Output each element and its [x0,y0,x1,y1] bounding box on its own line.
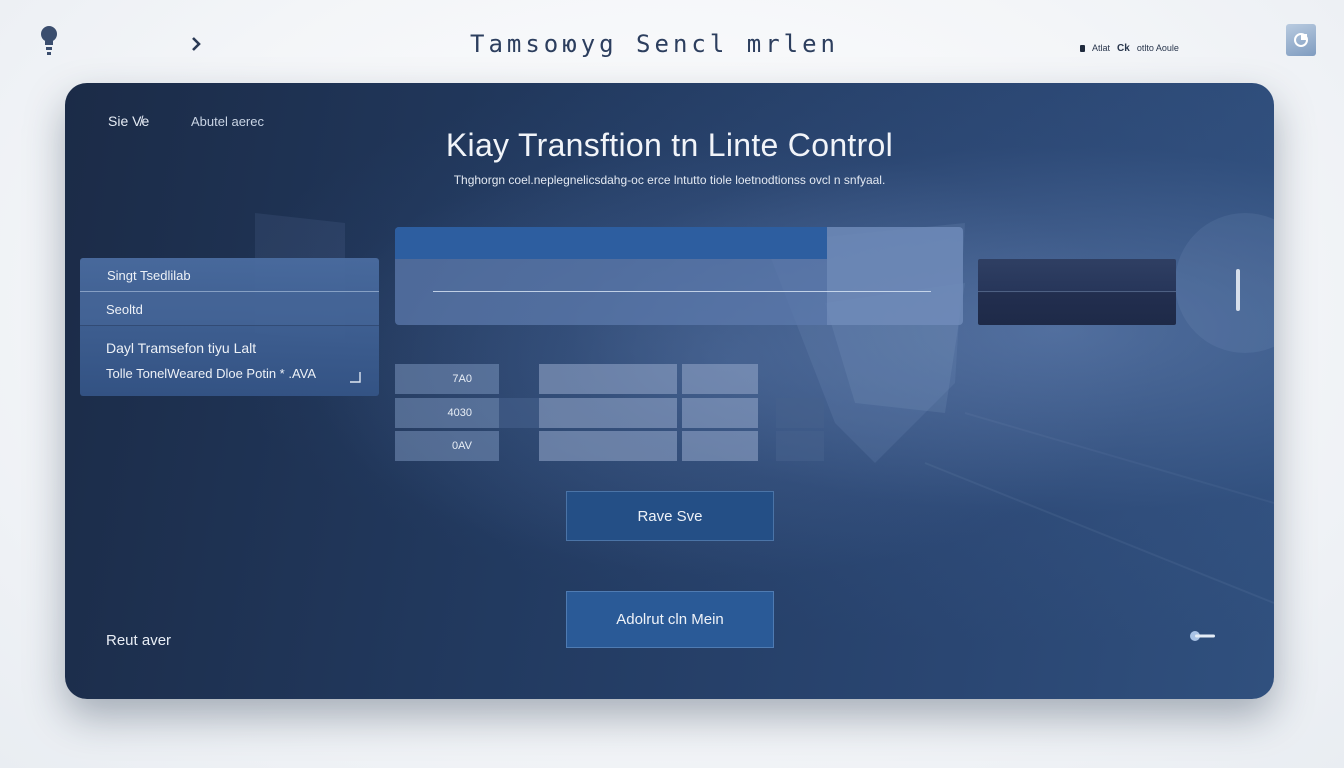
table-cell[interactable]: 0AV [395,431,499,461]
table-cell[interactable] [776,431,824,461]
list-item[interactable]: Dayl Tramsefon tiyu Lalt [80,340,379,360]
resize-corner-icon[interactable] [349,370,361,383]
table-cell[interactable] [776,398,824,428]
value-divider [978,291,1176,292]
table-cell[interactable] [682,431,758,461]
table-cell[interactable] [539,431,677,461]
app-title: Tamsoюyg Sencl mrlen [470,30,839,58]
chevron-right-icon[interactable] [188,34,204,54]
top-bar: Tamsoюyg Sencl mrlen Atlat Ck otlto Aoul… [0,0,1344,82]
table-cell[interactable] [682,364,758,394]
status-extra: otlto Aoule [1136,43,1179,53]
user-button[interactable] [1286,24,1316,56]
reset-link[interactable]: Reut aver [106,632,171,649]
table-cell[interactable] [539,398,677,428]
admin-button[interactable]: Adolrut cln Mein [566,591,774,648]
status-indicator: Atlat Ck otlto Aoule [1080,41,1179,55]
options-list: Singt Tsedlilab Seoltd Dayl Tramsefon ti… [80,258,379,396]
table-cell [499,398,539,428]
page-title: Kiay Transftion tn Linte Control [445,127,894,163]
table-cell[interactable]: 4030 [395,398,499,428]
save-button[interactable]: Rave Sve [566,491,774,541]
transform-input[interactable] [395,227,963,325]
transform-fill [395,227,827,259]
status-dot-icon [1080,44,1085,52]
table-cell[interactable] [539,364,677,394]
table-cell[interactable] [682,398,758,428]
user-icon [1294,33,1308,47]
slider-handle[interactable] [1236,269,1240,311]
transform-track[interactable] [433,291,931,292]
value-display[interactable] [978,259,1176,325]
page-subtitle: Thghorgn coel.neplegnelicsdahg-oc erce l… [453,173,886,187]
back-arrow-icon[interactable] [1188,627,1218,645]
main-panel: Sie V̸e Abutel aerec Kiay Transftion tn … [65,83,1274,699]
status-text: Atlat [1092,43,1111,53]
bulb-icon[interactable] [38,24,60,58]
list-item[interactable]: Seoltd [80,292,379,326]
list-item[interactable]: Tolle TonelWeared Dloe Potin * .AVA [80,366,379,386]
table-cell[interactable]: 7A0 [395,364,499,394]
transform-remainder [827,227,963,325]
list-item[interactable]: Singt Tsedlilab [80,258,379,292]
status-ok: Ck [1117,42,1130,54]
